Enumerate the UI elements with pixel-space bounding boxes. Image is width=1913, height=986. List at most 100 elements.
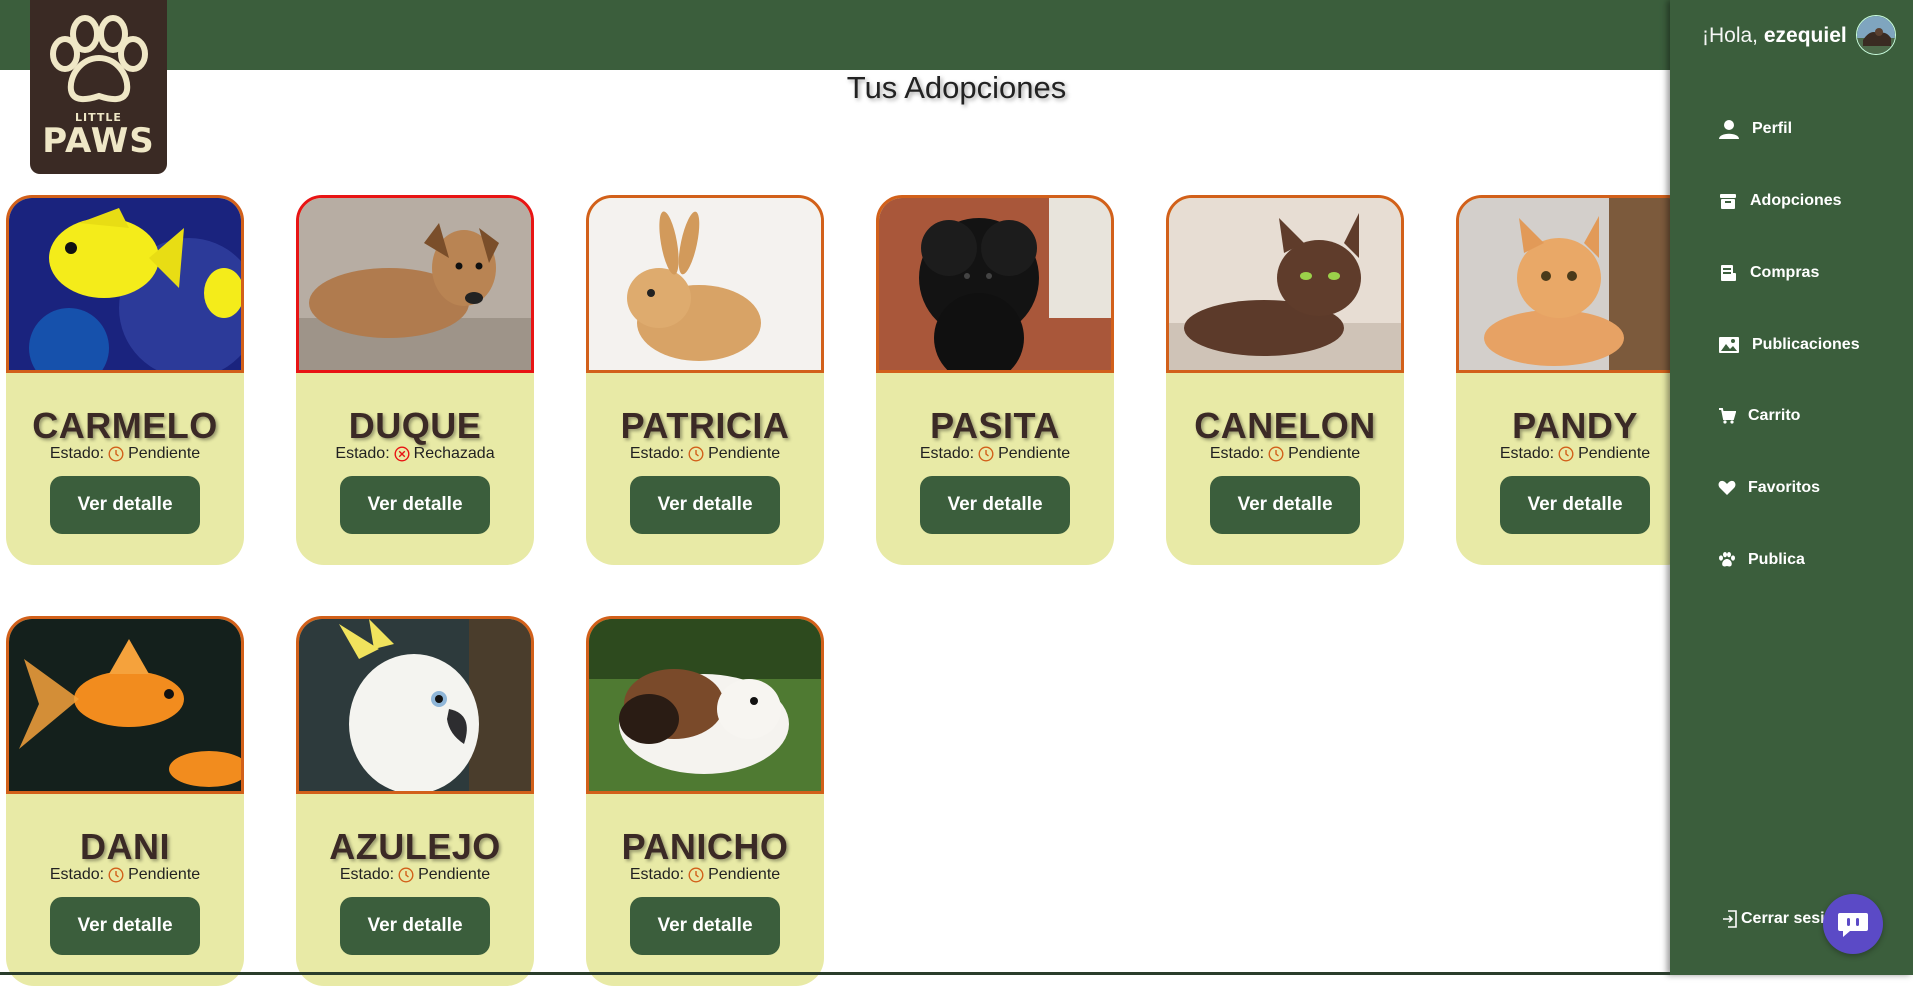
adoption-card: CANELON Estado: Pendiente Ver detalle [1166, 195, 1404, 565]
adoption-card: PANDY Estado: Pendiente Ver detalle [1456, 195, 1694, 565]
ver-detalle-button[interactable]: Ver detalle [920, 476, 1070, 534]
adoption-card: DUQUE Estado: Rechazada Ver detalle [296, 195, 534, 565]
ver-detalle-button[interactable]: Ver detalle [340, 476, 490, 534]
sidebar-item-compras[interactable]: Compras [1718, 263, 1819, 283]
status-label: Estado: [1209, 445, 1265, 462]
pet-name: DUQUE [348, 405, 482, 446]
pet-image [299, 198, 531, 370]
pet-photo [1166, 195, 1404, 373]
user-greeting: ¡Hola, ezequiel [1702, 24, 1847, 48]
sidebar-item-perfil[interactable]: Perfil [1718, 118, 1792, 140]
pet-name: PATRICIA [620, 405, 790, 446]
status-line: Estado: Pendiente [6, 866, 244, 884]
clock-icon [108, 446, 124, 462]
sidebar-item-label: Publica [1748, 551, 1805, 568]
ver-detalle-button[interactable]: Ver detalle [340, 897, 490, 955]
user-name: ezequiel [1763, 24, 1847, 47]
status-label: Estado: [339, 866, 395, 883]
image-icon [1719, 337, 1739, 353]
sidebar-item-publica[interactable]: Publica [1718, 551, 1805, 569]
status-line: Estado: Pendiente [1166, 445, 1404, 463]
status-badge: Pendiente [418, 866, 491, 883]
sidebar-item-publicaciones[interactable]: Publicaciones [1718, 335, 1860, 355]
clock-icon [108, 867, 124, 883]
status-line: Estado: Pendiente [1456, 445, 1694, 463]
user-icon [1719, 120, 1739, 139]
status-line: Estado: Rechazada [296, 445, 534, 463]
status-badge: Pendiente [1578, 445, 1651, 462]
pet-image [299, 619, 531, 791]
receipt-icon [1721, 265, 1736, 281]
status-line: Estado: Pendiente [586, 445, 824, 463]
status-badge: Pendiente [128, 445, 201, 462]
pet-image [9, 198, 241, 370]
sidebar: ¡Hola, ezequiel Perfil Adopciones Compra… [1670, 0, 1913, 975]
pet-photo [876, 195, 1114, 373]
pet-image [9, 619, 241, 791]
cart-icon [1719, 408, 1736, 424]
sidebar-item-label: Favoritos [1748, 479, 1821, 496]
sidebar-item-adopciones[interactable]: Adopciones [1718, 191, 1842, 211]
status-label: Estado: [629, 866, 685, 883]
pet-photo [586, 616, 824, 794]
status-label: Estado: [919, 445, 975, 462]
pet-image [589, 198, 821, 370]
adoption-card: PATRICIA Estado: Pendiente Ver detalle [586, 195, 824, 565]
clock-icon [1268, 446, 1284, 462]
pet-name: PANDY [1512, 405, 1638, 446]
status-badge: Pendiente [998, 445, 1071, 462]
pet-name: PANICHO [621, 826, 789, 867]
pet-name: DANI [80, 826, 170, 867]
status-label: Estado: [49, 866, 105, 883]
clock-icon [1558, 446, 1574, 462]
pet-photo [6, 195, 244, 373]
sidebar-item-label: Adopciones [1750, 192, 1842, 209]
ver-detalle-button[interactable]: Ver detalle [50, 476, 200, 534]
archive-icon [1720, 194, 1736, 209]
avatar-image [1857, 16, 1895, 54]
pet-name: PASITA [930, 405, 1060, 446]
paw-icon [1719, 552, 1735, 567]
status-line: Estado: Pendiente [6, 445, 244, 463]
page-title: Tus Adopciones [846, 70, 1067, 105]
pet-photo [1456, 195, 1694, 373]
ver-detalle-button[interactable]: Ver detalle [630, 897, 780, 955]
clock-icon [978, 446, 994, 462]
ver-detalle-button[interactable]: Ver detalle [1500, 476, 1650, 534]
adoption-card: AZULEJO Estado: Pendiente Ver detalle [296, 616, 534, 986]
brand-line2: PAWS [42, 121, 155, 161]
sidebar-item-label: Carrito [1748, 407, 1801, 424]
status-line: Estado: Pendiente [876, 445, 1114, 463]
sidebar-item-label: Perfil [1752, 120, 1793, 137]
pet-image [1169, 198, 1401, 370]
status-badge: Pendiente [708, 866, 781, 883]
ver-detalle-button[interactable]: Ver detalle [50, 897, 200, 955]
pet-name: AZULEJO [329, 826, 501, 867]
ver-detalle-button[interactable]: Ver detalle [1210, 476, 1360, 534]
status-label: Estado: [1499, 445, 1555, 462]
avatar[interactable] [1856, 15, 1896, 55]
status-badge: Pendiente [708, 445, 781, 462]
logout-button[interactable]: Cerrar sesi [1722, 910, 1825, 928]
clock-icon [398, 867, 414, 883]
chat-bubble-icon [1838, 913, 1868, 937]
pet-photo [6, 616, 244, 794]
ver-detalle-button[interactable]: Ver detalle [630, 476, 780, 534]
sidebar-item-carrito[interactable]: Carrito [1718, 407, 1800, 425]
status-label: Estado: [335, 445, 390, 462]
pet-name: CANELON [1194, 405, 1376, 446]
heart-icon [1718, 480, 1736, 495]
x-circle-icon [394, 446, 410, 462]
pet-image [879, 198, 1111, 370]
status-label: Estado: [629, 445, 685, 462]
chat-button[interactable] [1823, 894, 1883, 954]
status-line: Estado: Pendiente [296, 866, 534, 884]
status-badge: Pendiente [128, 866, 201, 883]
pet-photo [586, 195, 824, 373]
adoption-card: PASITA Estado: Pendiente Ver detalle [876, 195, 1114, 565]
pet-image [589, 619, 821, 791]
sidebar-item-favoritos[interactable]: Favoritos [1718, 479, 1820, 497]
clock-icon [688, 867, 704, 883]
top-bar [0, 0, 1913, 70]
clock-icon [688, 446, 704, 462]
